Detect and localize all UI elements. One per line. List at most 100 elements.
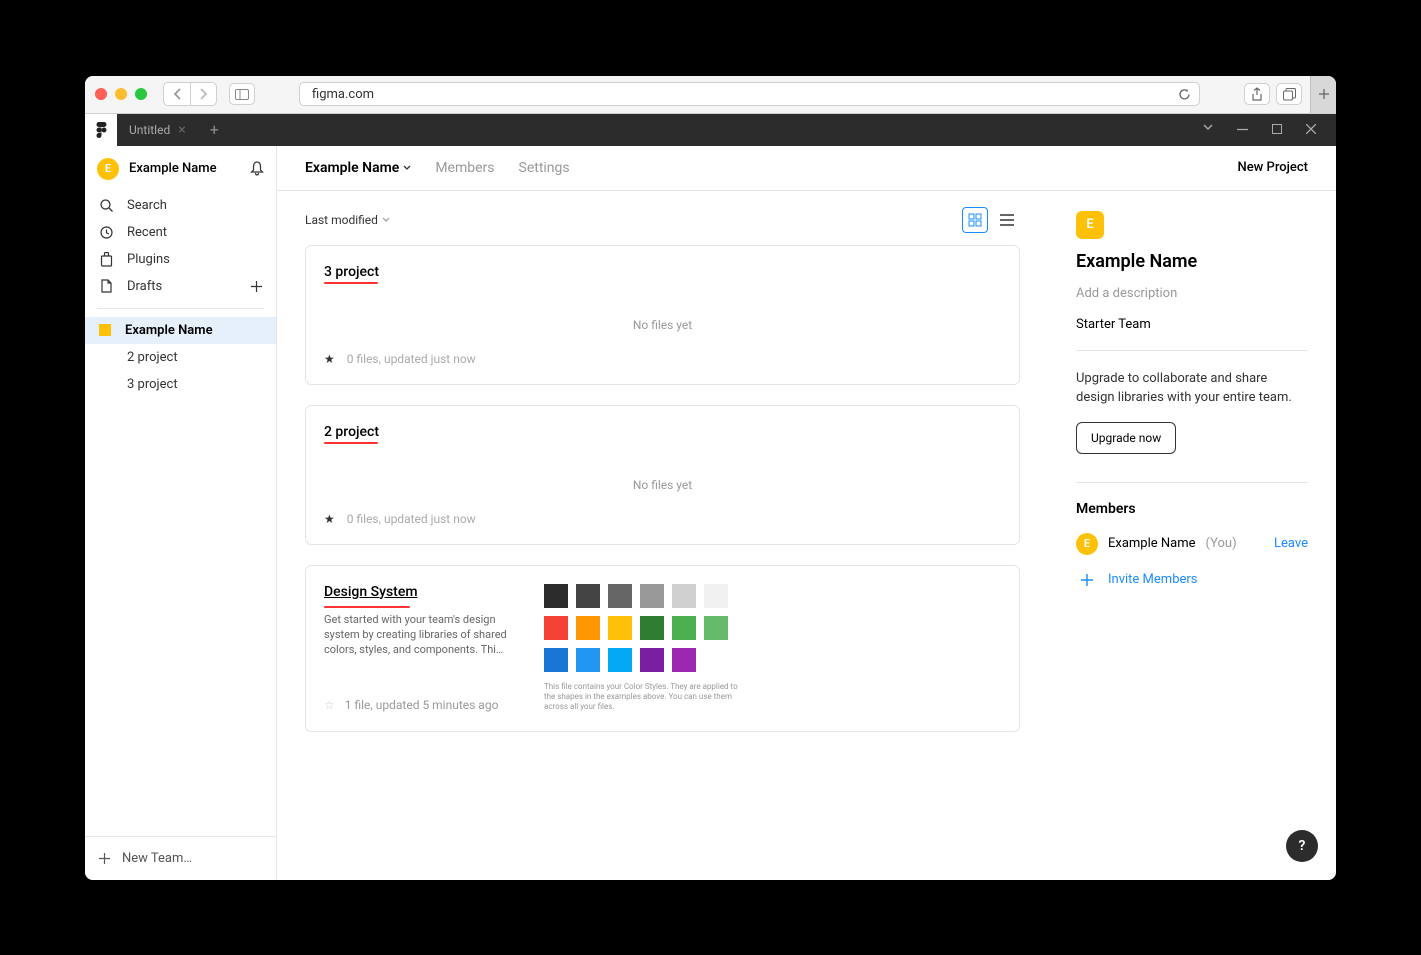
close-icon[interactable]: × [178, 122, 185, 138]
color-swatch [704, 584, 728, 608]
sidebar-toggle-icon[interactable] [229, 83, 255, 105]
close-icon[interactable] [1306, 124, 1316, 135]
plus-icon [99, 853, 110, 864]
color-swatch [544, 648, 568, 672]
tabs-icon[interactable] [1276, 83, 1302, 105]
divider [1076, 350, 1308, 351]
upgrade-button[interactable]: Upgrade now [1076, 422, 1176, 454]
content: Example Name Members Settings New Projec… [277, 146, 1336, 880]
color-swatches [544, 584, 1001, 672]
sidebar-item-plugins[interactable]: Plugins [85, 246, 276, 273]
figma-logo-icon[interactable] [85, 114, 117, 146]
back-button[interactable] [164, 83, 190, 105]
color-swatch [672, 616, 696, 640]
upgrade-text: Upgrade to collaborate and share design … [1076, 369, 1308, 408]
color-swatch [608, 584, 632, 608]
member-avatar: E [1076, 533, 1098, 555]
sidebar-team-active[interactable]: Example Name [85, 317, 276, 344]
color-swatch [672, 648, 696, 672]
maximize-icon[interactable] [1272, 124, 1282, 135]
color-swatch [608, 648, 632, 672]
add-tab-button[interactable]: + [198, 120, 231, 139]
avatar[interactable]: E [97, 158, 119, 180]
refresh-icon[interactable] [1178, 88, 1191, 101]
sort-label: Last modified [305, 213, 378, 227]
project-title: 2 project [324, 424, 1001, 440]
invite-label: Invite Members [1108, 572, 1198, 587]
color-swatch [640, 648, 664, 672]
grid-view-button[interactable] [962, 207, 988, 233]
tab-untitled[interactable]: Untitled × [117, 114, 198, 146]
share-icon[interactable] [1244, 83, 1270, 105]
chevron-down-icon [403, 165, 411, 170]
project-title: 3 project [324, 264, 1001, 280]
minimize-icon[interactable] [1237, 124, 1248, 135]
url-bar[interactable]: figma.com [299, 82, 1200, 106]
team-dropdown[interactable]: Example Name [305, 160, 411, 176]
color-swatch [640, 584, 664, 608]
sidebar-item-drafts[interactable]: Drafts [85, 273, 276, 300]
username: Example Name [129, 161, 240, 176]
close-window[interactable] [95, 88, 107, 100]
plus-icon[interactable] [251, 281, 262, 292]
color-swatch [704, 616, 728, 640]
annotation-underline [324, 606, 410, 608]
color-swatch [576, 616, 600, 640]
sidebar: E Example Name Search Recent Plugins Dra… [85, 146, 277, 880]
bell-icon[interactable] [250, 161, 264, 176]
member-you-label: (You) [1206, 536, 1237, 551]
new-project-button[interactable]: New Project [1237, 160, 1308, 175]
divider [1076, 482, 1308, 483]
project-card[interactable]: 2 project No files yet ★ 0 files, update… [305, 405, 1020, 545]
color-swatch [672, 584, 696, 608]
search-icon [99, 199, 113, 212]
sidebar-item-recent[interactable]: Recent [85, 219, 276, 246]
tab-members[interactable]: Members [435, 160, 494, 176]
divider [97, 308, 264, 309]
member-row: E Example Name (You) Leave [1076, 533, 1308, 555]
chevron-down-icon[interactable] [1203, 124, 1213, 135]
maximize-window[interactable] [135, 88, 147, 100]
color-swatch [544, 584, 568, 608]
sidebar-item-search[interactable]: Search [85, 192, 276, 219]
star-icon[interactable]: ★ [324, 512, 335, 526]
team-color-icon [99, 324, 111, 336]
design-system-card[interactable]: Design System Get started with your team… [305, 565, 1020, 732]
content-header: Example Name Members Settings New Projec… [277, 146, 1336, 191]
sidebar-project-3[interactable]: 3 project [85, 371, 276, 398]
member-name: Example Name [1108, 536, 1196, 551]
minimize-window[interactable] [115, 88, 127, 100]
star-outline-icon[interactable]: ☆ [324, 698, 335, 712]
star-icon[interactable]: ★ [324, 352, 335, 366]
sidebar-project-2[interactable]: 2 project [85, 344, 276, 371]
sidebar-item-label: Search [127, 198, 167, 213]
invite-members-button[interactable]: Invite Members [1076, 569, 1308, 591]
window-controls [1203, 124, 1336, 135]
leave-link[interactable]: Leave [1274, 536, 1308, 551]
team-title: Example Name [305, 160, 399, 176]
color-swatch [576, 584, 600, 608]
list-view-button[interactable] [994, 207, 1020, 233]
forward-button[interactable] [190, 83, 216, 105]
add-description[interactable]: Add a description [1076, 286, 1308, 301]
team-name: Example Name [125, 323, 213, 338]
new-team-label: New Team… [122, 851, 192, 866]
tab-bar: Untitled × + [85, 114, 1336, 146]
plan-label: Starter Team [1076, 317, 1308, 332]
tab-label: Untitled [129, 123, 170, 137]
ds-title: Design System [324, 584, 524, 600]
nav-buttons [163, 82, 217, 106]
sort-dropdown[interactable]: Last modified [305, 213, 390, 227]
sidebar-header: E Example Name [85, 146, 276, 192]
sidebar-item-label: Drafts [127, 279, 162, 294]
new-team-button[interactable]: New Team… [85, 836, 276, 880]
help-button[interactable]: ? [1286, 830, 1318, 862]
team-avatar: E [1076, 211, 1104, 239]
right-panel: E Example Name Add a description Starter… [1048, 191, 1336, 880]
project-card[interactable]: 3 project No files yet ★ 0 files, update… [305, 245, 1020, 385]
browser-chrome: figma.com [85, 76, 1336, 114]
chevron-down-icon [382, 217, 390, 222]
new-tab-button[interactable] [1310, 76, 1336, 114]
clock-icon [99, 226, 113, 239]
tab-settings[interactable]: Settings [519, 160, 570, 176]
